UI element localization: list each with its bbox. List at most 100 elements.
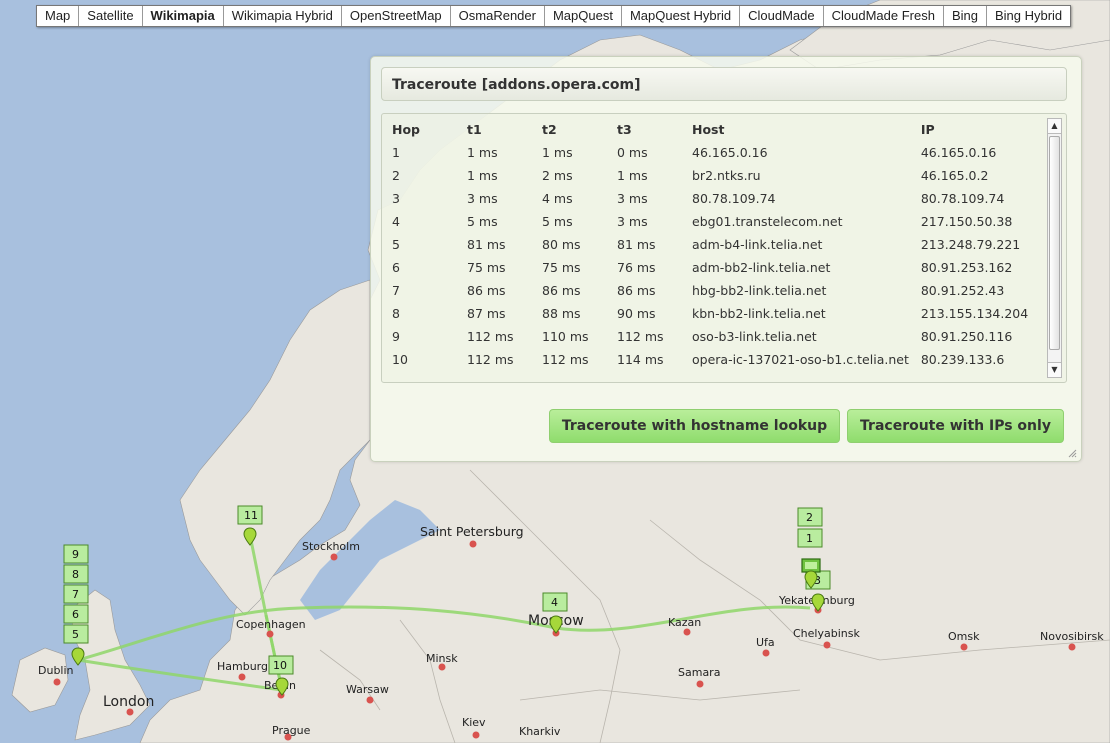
- map-type-cloudmade[interactable]: CloudMade: [740, 6, 824, 26]
- cell-hop: 6: [392, 260, 400, 275]
- resize-handle-icon[interactable]: [1067, 448, 1077, 458]
- table-row[interactable]: 7 86 ms 86 ms 86 ms hbg-bb2-link.telia.net 80…: [386, 279, 1047, 302]
- label-stockholm: Stockholm: [302, 540, 360, 553]
- label-copenhagen: Copenhagen: [236, 618, 306, 631]
- cell-hop: 1: [392, 145, 400, 160]
- table-row[interactable]: 1 1 ms 1 ms 0 ms 46.165.0.16 46.165.0.16: [386, 141, 1047, 164]
- cell-ip: 213.155.134.204: [920, 306, 1029, 321]
- table-scrollbar[interactable]: ▲ ▼: [1047, 118, 1062, 378]
- label-chelyabinsk: Chelyabinsk: [793, 627, 860, 640]
- cell-t3: 90 ms: [617, 306, 656, 321]
- table-row[interactable]: 10 112 ms 112 ms 114 ms opera-ic-137021-oso-…: [386, 348, 1047, 371]
- cell-host: adm-bb2-link.telia.net: [692, 260, 831, 275]
- cell-t2: 110 ms: [542, 329, 589, 344]
- traceroute-hostname-button[interactable]: Traceroute with hostname lookup: [549, 409, 840, 443]
- cell-t1: 112 ms: [467, 329, 514, 344]
- cell-ip: 217.150.50.38: [920, 214, 1013, 229]
- map-type-cloudmade-fresh[interactable]: CloudMade Fresh: [824, 6, 944, 26]
- traceroute-panel: Traceroute [addons.opera.com] Hop t1 t2 …: [370, 56, 1082, 462]
- cell-t1: 87 ms: [467, 306, 506, 321]
- hop-box-1[interactable]: 1: [797, 528, 823, 548]
- cell-hop: 8: [392, 306, 400, 321]
- cell-t2: 4 ms: [542, 191, 573, 206]
- cell-ip: 46.165.0.2: [920, 168, 989, 183]
- cell-t1: 5 ms: [467, 214, 498, 229]
- scroll-down-icon[interactable]: ▼: [1048, 362, 1061, 377]
- cell-hop: 10: [392, 352, 408, 367]
- table-header-row: Hop t1 t2 t3 Host IP: [386, 118, 1047, 141]
- cell-t3: 86 ms: [617, 283, 656, 298]
- svg-text:10: 10: [273, 659, 287, 672]
- label-samara: Samara: [678, 666, 720, 679]
- scroll-thumb[interactable]: [1049, 136, 1060, 350]
- map-type-bing-hybrid[interactable]: Bing Hybrid: [987, 6, 1070, 26]
- cell-host: 46.165.0.16: [692, 145, 768, 160]
- cell-t1: 81 ms: [467, 237, 506, 252]
- hop-box-11[interactable]: 11: [237, 505, 263, 525]
- table-row[interactable]: 8 87 ms 88 ms 90 ms kbn-bb2-link.telia.net 21…: [386, 302, 1047, 325]
- map-type-wikimapia[interactable]: Wikimapia: [143, 6, 224, 26]
- cell-ip: 80.91.250.116: [920, 329, 1013, 344]
- cell-host: hbg-bb2-link.telia.net: [692, 283, 827, 298]
- table-row[interactable]: 4 5 ms 5 ms 3 ms ebg01.transtelecom.net 217.1…: [386, 210, 1047, 233]
- map-type-openstreetmap[interactable]: OpenStreetMap: [342, 6, 451, 26]
- map-type-satellite[interactable]: Satellite: [79, 6, 143, 26]
- cell-t2: 86 ms: [542, 283, 581, 298]
- cell-hop: 7: [392, 283, 400, 298]
- cell-t1: 86 ms: [467, 283, 506, 298]
- svg-text:1: 1: [806, 532, 813, 545]
- cell-host: adm-b4-link.telia.net: [692, 237, 823, 252]
- cell-hop: 5: [392, 237, 400, 252]
- svg-text:5: 5: [72, 628, 79, 641]
- cell-ip: 213.248.79.221: [920, 237, 1021, 252]
- cell-t1: 75 ms: [467, 260, 506, 275]
- cell-t3: 3 ms: [617, 191, 648, 206]
- hop-box-9[interactable]: 9: [63, 544, 89, 564]
- table-row[interactable]: 6 75 ms 75 ms 76 ms adm-bb2-link.telia.net 80…: [386, 256, 1047, 279]
- svg-text:8: 8: [72, 568, 79, 581]
- map-type-osmarender[interactable]: OsmaRender: [451, 6, 545, 26]
- table-row[interactable]: 9 112 ms 110 ms 112 ms oso-b3-link.telia.net…: [386, 325, 1047, 348]
- hop-box-2[interactable]: 2: [797, 507, 823, 527]
- hop-box-8[interactable]: 8: [63, 564, 89, 584]
- label-dublin: Dublin: [38, 664, 74, 677]
- hop-box-10[interactable]: 10: [268, 655, 294, 675]
- cell-t2: 1 ms: [542, 145, 573, 160]
- panel-title: Traceroute [addons.opera.com]: [381, 67, 1067, 101]
- cell-t2: 112 ms: [542, 352, 589, 367]
- cell-host: oso-b3-link.telia.net: [692, 329, 817, 344]
- label-omsk: Omsk: [948, 630, 980, 643]
- cell-t2: 75 ms: [542, 260, 581, 275]
- cell-t2: 2 ms: [542, 168, 573, 183]
- cell-t1: 1 ms: [467, 145, 498, 160]
- cell-hop: 3: [392, 191, 400, 206]
- map-type-bing[interactable]: Bing: [944, 6, 987, 26]
- hop-table-container: Hop t1 t2 t3 Host IP 1 1 ms 1 ms 0 ms 46.165…: [381, 113, 1067, 383]
- cell-host: br2.ntks.ru: [692, 168, 761, 183]
- cell-ip: 80.91.253.162: [920, 260, 1013, 275]
- table-row[interactable]: 2 1 ms 2 ms 1 ms br2.ntks.ru 46.165.0.2: [386, 164, 1047, 187]
- map-type-mapquest-hybrid[interactable]: MapQuest Hybrid: [622, 6, 741, 26]
- label-kazan: Kazan: [668, 616, 701, 629]
- map-type-wikimapia-hybrid[interactable]: Wikimapia Hybrid: [224, 6, 342, 26]
- cell-hop: 4: [392, 214, 400, 229]
- cell-hop: 9: [392, 329, 400, 344]
- cell-t3: 3 ms: [617, 214, 648, 229]
- table-row[interactable]: 3 3 ms 4 ms 3 ms 80.78.109.74 80.78.109.74: [386, 187, 1047, 210]
- cell-t3: 114 ms: [617, 352, 664, 367]
- hop-box-7[interactable]: 7: [63, 584, 89, 604]
- hop-box-6[interactable]: 6: [63, 604, 89, 624]
- hop-box-4[interactable]: 4: [542, 592, 568, 612]
- scroll-up-icon[interactable]: ▲: [1048, 119, 1061, 134]
- svg-text:9: 9: [72, 548, 79, 561]
- map-type-bar: Map Satellite Wikimapia Wikimapia Hybrid Ope…: [36, 5, 1072, 27]
- map-type-map[interactable]: Map: [37, 6, 80, 26]
- cell-t3: 76 ms: [617, 260, 656, 275]
- map-type-mapquest[interactable]: MapQuest: [545, 6, 622, 26]
- hop-box-5[interactable]: 5: [63, 624, 89, 644]
- table-row[interactable]: 5 81 ms 80 ms 81 ms adm-b4-link.telia.net 213…: [386, 233, 1047, 256]
- column-header-host: Host: [692, 122, 725, 137]
- cell-ip: 80.91.252.43: [920, 283, 1005, 298]
- traceroute-ips-button[interactable]: Traceroute with IPs only: [847, 409, 1064, 443]
- label-ufa: Ufa: [756, 636, 775, 649]
